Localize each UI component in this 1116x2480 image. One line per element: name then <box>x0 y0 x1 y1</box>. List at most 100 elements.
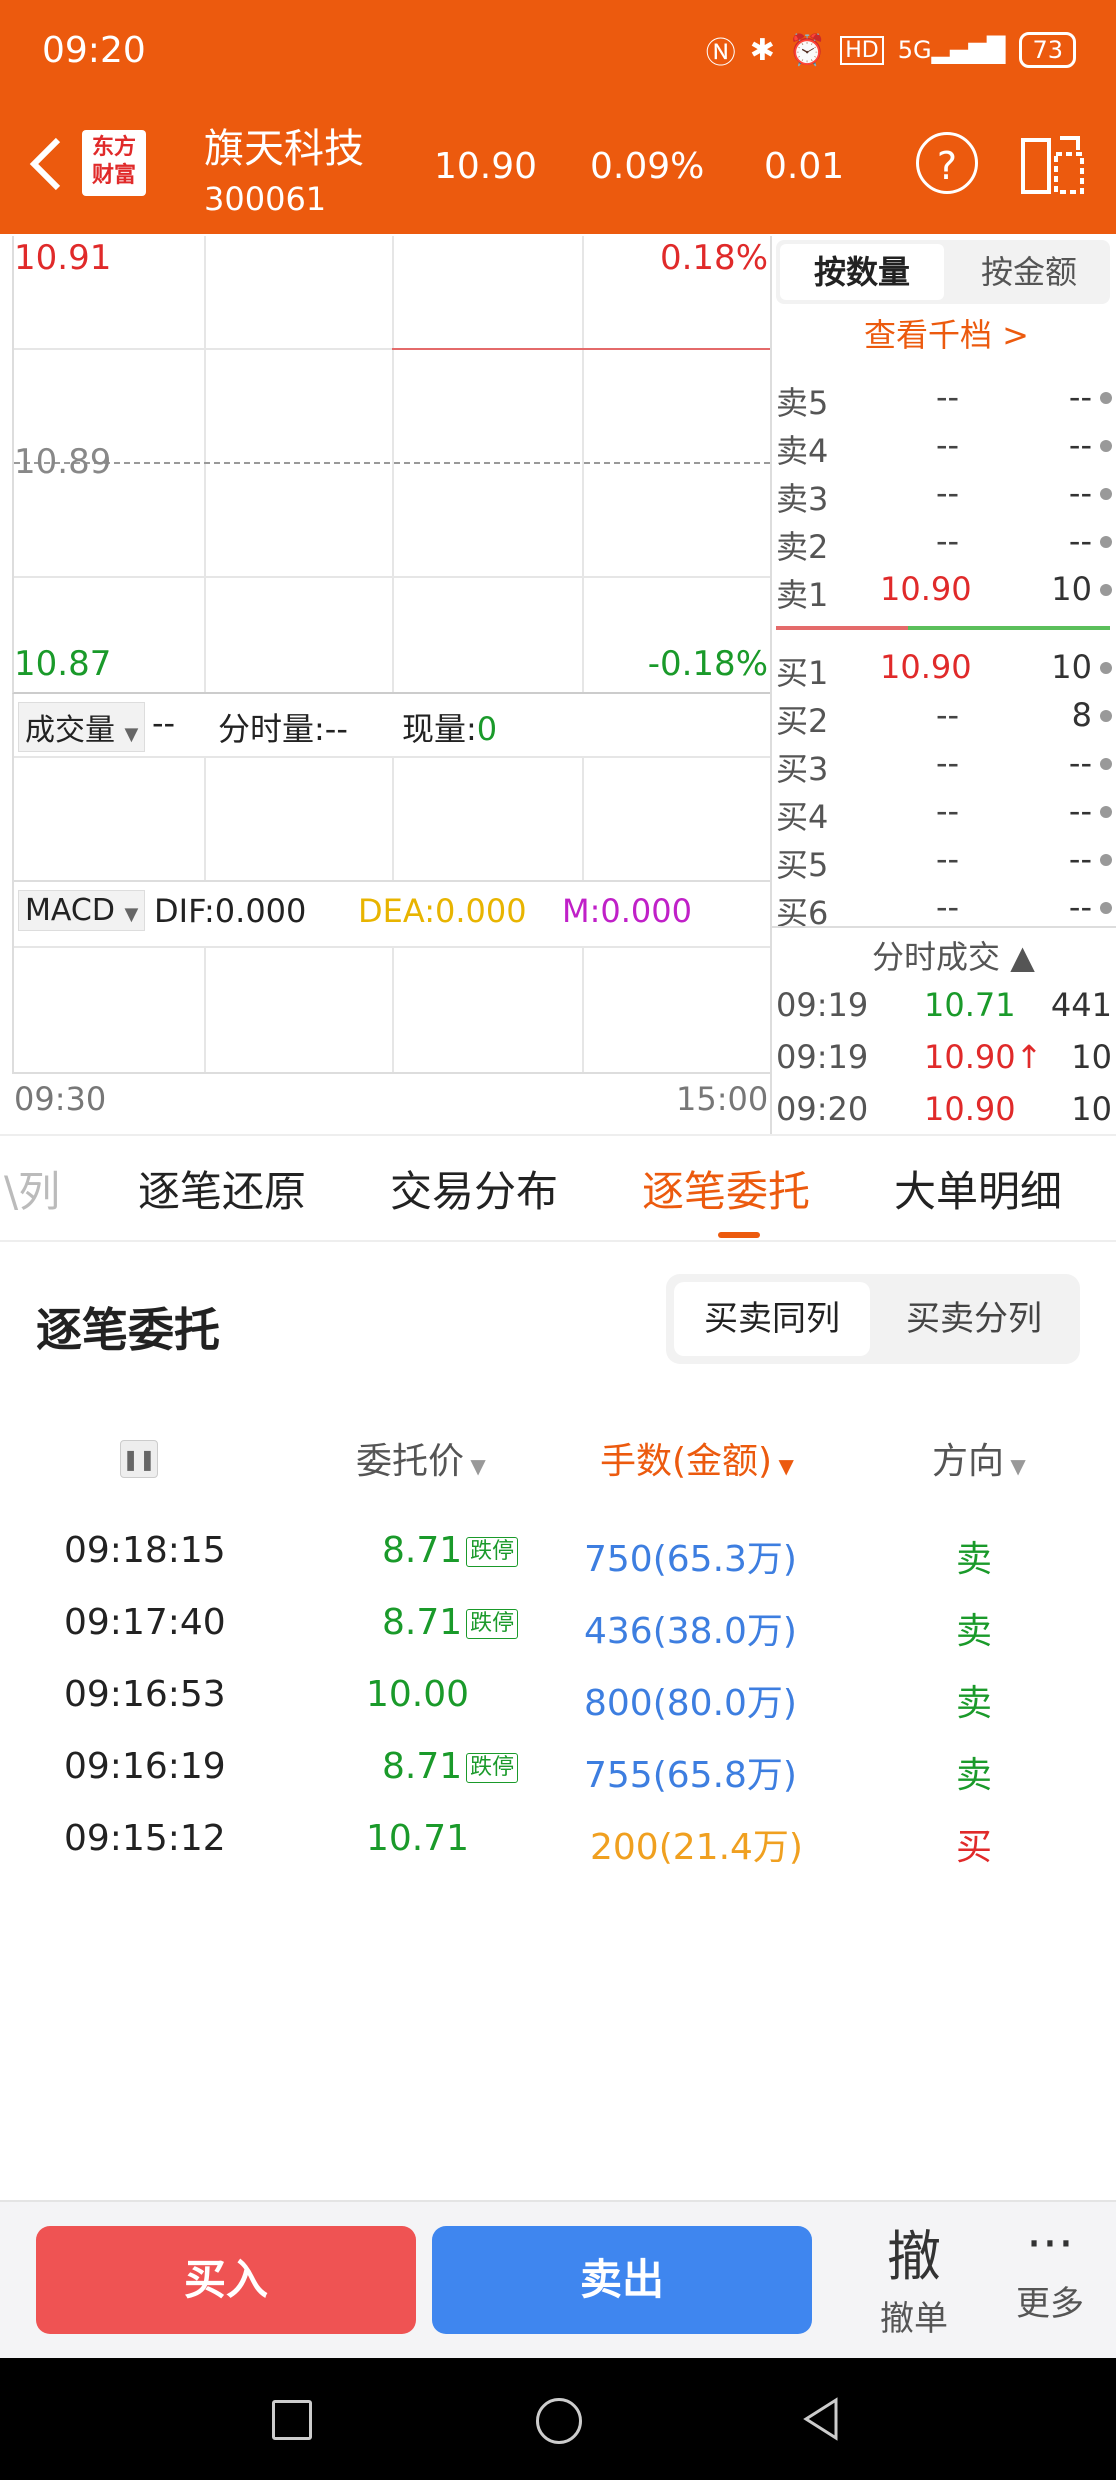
tick-time: 09:20 <box>776 1090 869 1128</box>
level-dot-icon <box>1100 710 1112 722</box>
section-title: 逐笔委托 <box>36 1303 220 1357</box>
macd-m: M:0.000 <box>562 892 692 930</box>
limit-down-tag: 跌停 <box>466 1537 519 1567</box>
table-row: 09:16:53 10.00 800(80.0万) 卖 <box>0 1674 1116 1734</box>
tick-time: 09:19 <box>776 986 869 1024</box>
toggle-by-amount[interactable]: 按金额 <box>952 244 1106 300</box>
sells-level-5[interactable]: 卖1 10.90 10 <box>776 570 1112 614</box>
level-label: 买1 <box>776 654 829 692</box>
signal-icon: 5G▂▄▆█ <box>897 36 1006 64</box>
stock-code: 300061 <box>204 180 327 218</box>
layout-segment: 买卖同列 买卖分列 <box>666 1274 1080 1364</box>
time-axis-end: 15:00 <box>676 1080 769 1118</box>
level-dot-icon <box>1100 488 1112 500</box>
buys-level-4[interactable]: 买4 -- -- <box>776 792 1112 836</box>
order-quantity: 200(21.4万) <box>590 1827 803 1868</box>
buys-level-2[interactable]: 买2 -- 8 <box>776 696 1112 740</box>
time-axis-start: 09:30 <box>14 1080 107 1118</box>
pct-axis-high: 0.18% <box>659 238 768 278</box>
bluetooth-icon: ✱ <box>749 32 775 68</box>
system-nav-bar <box>0 2358 1116 2480</box>
table-row: 09:15:12 10.71 200(21.4万) 买 <box>0 1818 1116 1878</box>
ticks-title[interactable]: 分时成交 ▲ <box>872 932 1035 978</box>
intraday-chart[interactable]: 10.91 0.18% 10.89 10.87 -0.18% <box>12 236 770 694</box>
home-icon[interactable] <box>536 2398 582 2444</box>
tab-tick-restore[interactable]: 逐笔还原 <box>138 1158 306 1219</box>
sells-level-4[interactable]: 卖2 -- -- <box>776 522 1112 566</box>
back-arrow-icon[interactable] <box>26 134 66 194</box>
tab-trade-distribution[interactable]: 交易分布 <box>390 1158 558 1219</box>
macd-panel: MACD ▼ DIF:0.000 DEA:0.000 M:0.000 <box>12 882 770 1074</box>
cancel-order-button[interactable]: 撤 撤单 <box>874 2212 954 2340</box>
tick-price: 10.90↑ <box>924 1038 1043 1076</box>
hd-icon: HD <box>840 35 884 65</box>
level-label: 卖3 <box>776 480 829 518</box>
level-price: -- <box>936 792 960 830</box>
tick-qty: 10 <box>1071 1038 1112 1076</box>
volume-selector[interactable]: 成交量 ▼ <box>18 702 146 752</box>
level-price: -- <box>936 744 960 782</box>
order-price: 10.00 <box>366 1674 470 1715</box>
col-quantity[interactable]: 手数(金额) ▼ <box>600 1432 794 1484</box>
more-button[interactable]: ··· 更多 <box>1008 2212 1092 2325</box>
cancel-icon: 撤 <box>887 2225 941 2288</box>
help-icon[interactable]: ? <box>916 132 978 194</box>
order-time: 09:18:15 <box>64 1530 226 1571</box>
volume-panel: 成交量 ▼ -- 分时量:-- 现量:0 <box>12 694 770 882</box>
level-qty: 8 <box>1071 696 1092 734</box>
order-time: 09:16:53 <box>64 1674 226 1715</box>
table-row: 09:18:15 8.71 跌停 750(65.3万) 卖 <box>0 1530 1116 1590</box>
segment-same-column[interactable]: 买卖同列 <box>674 1282 870 1356</box>
recents-icon[interactable] <box>272 2400 312 2440</box>
sell-button[interactable]: 卖出 <box>432 2226 812 2334</box>
level-qty: -- <box>1068 474 1092 512</box>
level-price: -- <box>936 696 960 734</box>
level-label: 卖2 <box>776 528 829 566</box>
stock-name: 旗天科技 <box>204 126 364 172</box>
prev-close-line <box>14 462 770 464</box>
buys-level-5[interactable]: 买5 -- -- <box>776 840 1112 884</box>
order-time: 09:17:40 <box>64 1602 226 1643</box>
level-label: 卖1 <box>776 576 829 614</box>
macd-dif: DIF:0.000 <box>154 892 307 930</box>
level-dot-icon <box>1100 536 1112 548</box>
tab-tick-orders[interactable]: 逐笔委托 <box>642 1158 810 1219</box>
tick-row: 09:20 10.90 10 <box>776 1090 1112 1134</box>
layout-switch-icon[interactable] <box>1020 134 1086 196</box>
status-time: 09:20 <box>42 30 146 71</box>
view-more-levels-link[interactable]: 查看千档 > <box>864 310 1029 356</box>
buy-button[interactable]: 买入 <box>36 2226 416 2334</box>
macd-selector[interactable]: MACD ▼ <box>18 890 146 931</box>
level-qty: -- <box>1068 840 1092 878</box>
back-nav-icon[interactable] <box>800 2396 842 2442</box>
order-quantity: 800(80.0万) <box>584 1683 797 1724</box>
orderbook-toggle: 按数量 按金额 <box>776 240 1110 304</box>
pause-icon[interactable]: ❚❚ <box>120 1440 158 1478</box>
buys-level-3[interactable]: 买3 -- -- <box>776 744 1112 788</box>
limit-down-tag: 跌停 <box>466 1753 519 1783</box>
buys-level-1[interactable]: 买1 10.90 10 <box>776 648 1112 692</box>
level-label: 买3 <box>776 750 829 788</box>
level-dot-icon <box>1100 440 1112 452</box>
segment-split-column[interactable]: 买卖分列 <box>876 1282 1072 1356</box>
tick-qty: 441 <box>1050 986 1112 1024</box>
col-direction[interactable]: 方向 ▼ <box>932 1432 1026 1484</box>
price-line <box>392 348 770 350</box>
battery-icon: 73 <box>1019 32 1076 68</box>
current-price: 10.90 <box>434 146 538 187</box>
col-order-price[interactable]: 委托价 ▼ <box>356 1432 486 1484</box>
sells-level-1[interactable]: 卖5 -- -- <box>776 378 1112 422</box>
level-price: 10.90 <box>880 648 972 686</box>
tick-row: 09:19 10.90↑ 10 <box>776 1038 1112 1082</box>
tab-large-orders[interactable]: 大单明细 <box>894 1158 1062 1219</box>
tab-list[interactable]: \列 <box>4 1158 60 1219</box>
level-price: -- <box>936 426 960 464</box>
toggle-by-volume[interactable]: 按数量 <box>780 244 944 300</box>
top-header: 09:20 Ⓝ ✱ ⏰ HD 5G▂▄▆█ 73 东方 财富 旗天科技 30006… <box>0 0 1116 234</box>
sells-level-3[interactable]: 卖3 -- -- <box>776 474 1112 518</box>
tick-price: 10.90 <box>924 1090 1016 1128</box>
sells-level-2[interactable]: 卖4 -- -- <box>776 426 1112 470</box>
tick-time: 09:19 <box>776 1038 869 1076</box>
level-dot-icon <box>1100 806 1112 818</box>
pct-axis-low: -0.18% <box>647 644 768 684</box>
